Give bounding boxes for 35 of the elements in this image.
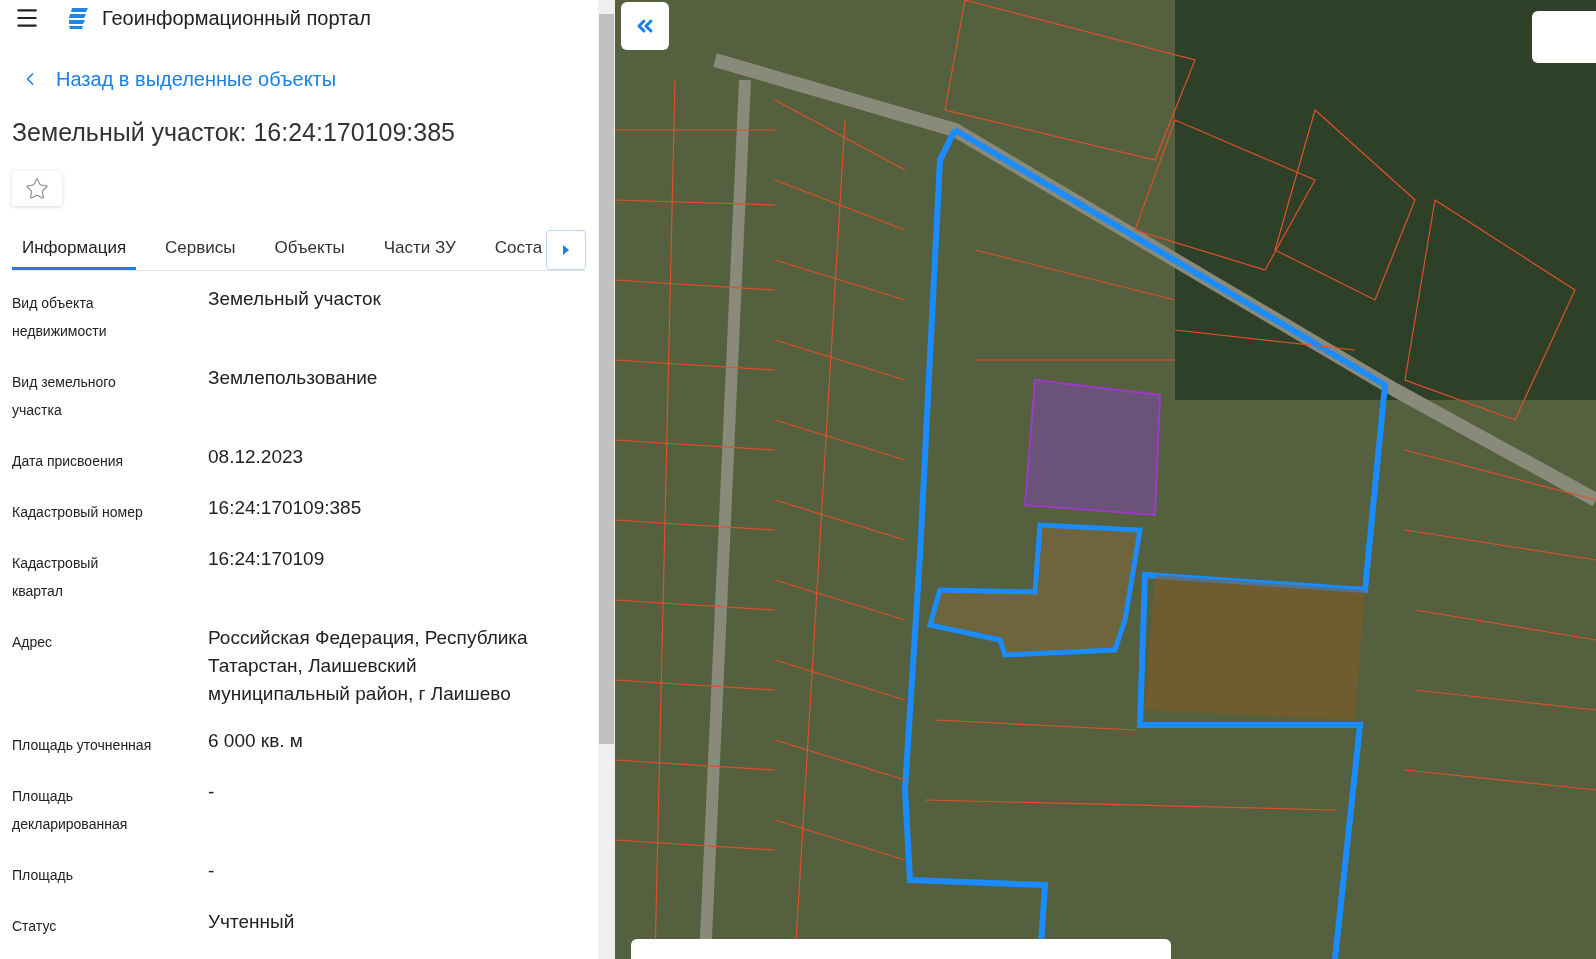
scrollbar[interactable] — [598, 0, 615, 959]
tab[interactable]: Сервисы — [155, 228, 246, 270]
field-label: Дата присвоения — [12, 452, 125, 471]
caret-right-icon — [562, 245, 570, 255]
map-control-panel — [1532, 11, 1596, 63]
field-value: 6 000 кв. м — [208, 729, 304, 753]
tab[interactable]: Части ЗУ — [373, 228, 466, 270]
field-value: Российская Федерация, Республика Татарстан, Лаишевский муниципальный район, г Лаишево — [208, 626, 529, 706]
field-value: 08.12.2023 — [208, 445, 305, 469]
collapse-panel-button[interactable] — [621, 2, 669, 50]
field-value: - — [208, 780, 216, 804]
field-value: 16:24:170109:385 — [208, 496, 363, 520]
field-label: Площадь уточненная — [12, 736, 153, 755]
tab[interactable]: Объекты — [264, 228, 355, 270]
back-link[interactable]: Назад в выделенные объекты — [20, 63, 337, 94]
portal-title: Геоинформационный портал — [102, 5, 371, 31]
field-value: Учтенный — [208, 910, 296, 934]
tab[interactable]: Соста — [484, 228, 546, 270]
field-value: 16:24:170109 — [208, 547, 326, 571]
tab[interactable]: Информация — [12, 228, 137, 270]
field-label: Вид земельного участка — [12, 373, 117, 420]
field-label: Адрес — [12, 633, 54, 652]
field-value: Землепользование — [208, 366, 379, 390]
star-icon — [25, 176, 49, 201]
field-value: - — [208, 859, 216, 883]
object-title: Земельный участок: 16:24:170109:385 — [12, 116, 456, 148]
logo-icon — [66, 5, 90, 30]
field-label: Статус — [12, 917, 58, 936]
field-value: Земельный участок — [208, 287, 382, 311]
field-label: Вид объекта недвижимости — [12, 294, 108, 341]
field-label: Площадь — [12, 866, 74, 885]
field-label: Площадь декларированная — [12, 787, 129, 834]
satellite-map-drawing[interactable] — [615, 0, 1596, 959]
field-label: Кадастровый квартал — [12, 554, 100, 601]
field-label: Кадастровый номер — [12, 503, 144, 522]
